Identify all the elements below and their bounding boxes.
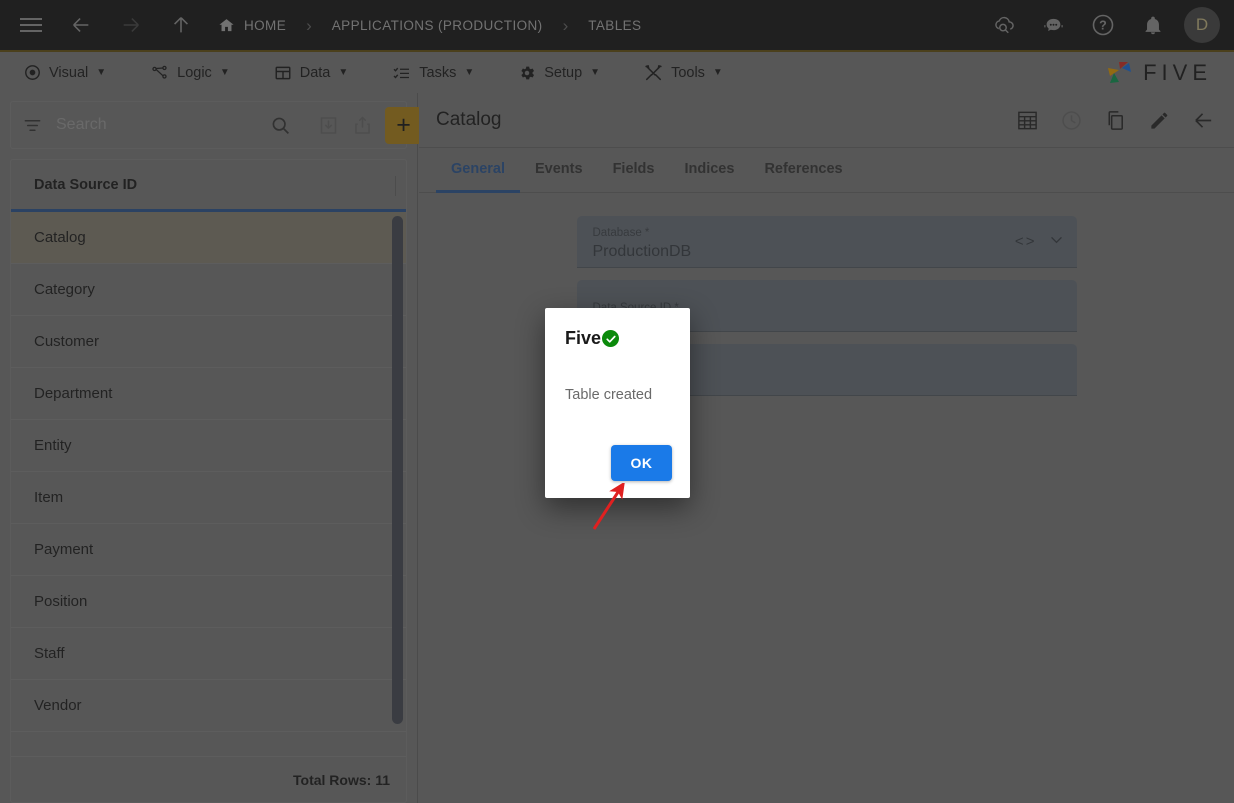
annotation-arrow-icon (592, 483, 625, 530)
dialog-message: Table created (565, 387, 653, 403)
dialog-title-row: Five (565, 328, 673, 349)
table-created-dialog: Five Table created OK (545, 308, 690, 498)
dialog-title: Five (565, 328, 602, 348)
dialog-ok-button[interactable]: OK (611, 445, 672, 481)
application-window: HOME › APPLICATIONS (PRODUCTION) › TABLE… (0, 0, 1234, 803)
success-check-icon (602, 330, 620, 347)
